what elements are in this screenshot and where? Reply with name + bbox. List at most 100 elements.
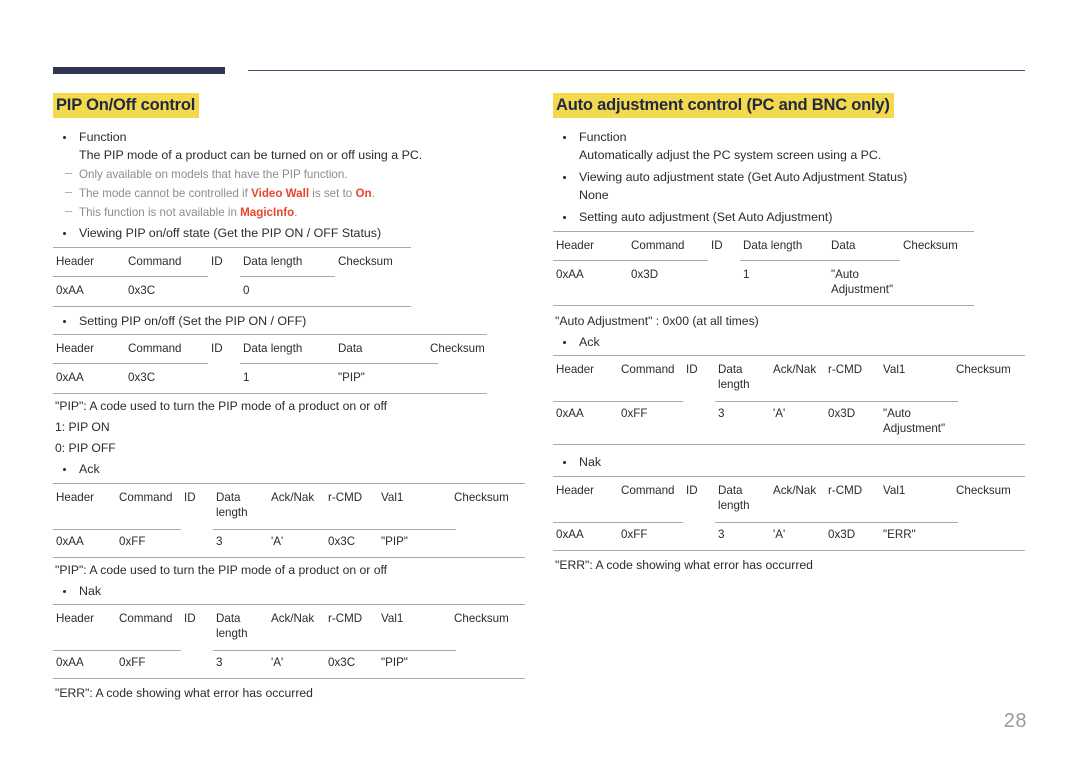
bullet-label: Setting PIP on/off (Set the PIP ON / OFF… — [79, 313, 307, 328]
bullet-ack-right: Ack — [553, 334, 1027, 352]
table-row: 0xAA 0x3C 1 "PIP" — [53, 363, 487, 393]
th-id: ID — [211, 342, 223, 356]
note-text: . — [371, 187, 375, 201]
th-checksum: Checksum — [430, 342, 485, 356]
table-view-pip-state: Header Command ID Data length Checksum 0… — [53, 246, 411, 307]
table-midrule-seg1 — [553, 259, 708, 261]
td-data-length: 3 — [718, 527, 725, 541]
th-command: Command — [621, 483, 675, 497]
bullet-function-left: Function The PIP mode of a product can b… — [53, 129, 527, 164]
td-header: 0xAA — [556, 407, 584, 421]
th-r-cmd: r-CMD — [328, 490, 363, 504]
td-data: "Auto Adjustment" — [831, 267, 894, 296]
th-ack-nak: Ack/Nak — [271, 612, 315, 626]
th-val1: Val1 — [883, 363, 906, 377]
table-midrule-seg1 — [53, 363, 208, 365]
table-midrule-seg2 — [240, 363, 438, 365]
pip-off-value: 0: PIP OFF — [55, 441, 116, 456]
note-video-wall: The mode cannot be controlled if Video W… — [53, 186, 527, 202]
view-auto-adjust-value: None — [579, 187, 609, 202]
td-val1: "PIP" — [381, 534, 408, 548]
table-row: 0xAA 0xFF 3 'A' 0x3D "Auto Adjustment" — [553, 399, 1025, 444]
th-header: Header — [556, 483, 595, 497]
td-command: 0x3C — [128, 371, 156, 385]
th-r-cmd: r-CMD — [828, 483, 863, 497]
table-header-row: Header Command ID Data length Ack/Nak r-… — [553, 356, 1025, 399]
table-ack-right: Header Command ID Data length Ack/Nak r-… — [553, 355, 1025, 446]
bullet-label: Nak — [79, 583, 102, 598]
table-midrule-seg2 — [213, 650, 456, 652]
th-header: Header — [556, 363, 595, 377]
table-set-pip: Header Command ID Data length Data Check… — [53, 334, 487, 395]
td-header: 0xAA — [556, 527, 584, 541]
term-magicinfo: MagicInfo — [240, 206, 295, 220]
err-code-note-right: "ERR": A code showing what error has occ… — [555, 557, 813, 572]
td-ack-nak: 'A' — [271, 534, 284, 548]
note-text: Only available on models that have the P… — [79, 168, 348, 182]
pip-code-note: "PIP": A code used to turn the PIP mode … — [55, 399, 388, 414]
td-command: 0xFF — [119, 656, 146, 670]
table-midrule-seg1 — [553, 401, 683, 403]
right-column: Auto adjustment control (PC and BNC only… — [553, 93, 1027, 578]
th-val1: Val1 — [381, 612, 404, 626]
th-checksum: Checksum — [956, 483, 1011, 497]
function-desc-right: Automatically adjust the PC system scree… — [579, 147, 882, 162]
th-header: Header — [56, 342, 95, 356]
th-id: ID — [686, 363, 698, 377]
table-header-row: Header Command ID Data length Data Check… — [553, 232, 974, 260]
th-checksum: Checksum — [338, 254, 393, 268]
table-midrule-seg2 — [740, 259, 900, 261]
td-data-length: 3 — [216, 534, 223, 548]
td-val1: "Auto Adjustment" — [883, 407, 946, 436]
th-header: Header — [56, 490, 95, 504]
function-desc-left: The PIP mode of a product can be turned … — [79, 147, 423, 162]
th-val1: Val1 — [381, 490, 404, 504]
th-data-length: Data length — [718, 363, 750, 392]
term-video-wall: Video Wall — [251, 187, 310, 201]
td-val1: "PIP" — [381, 656, 408, 670]
bullet-set-pip: Setting PIP on/off (Set the PIP ON / OFF… — [53, 313, 527, 331]
th-command: Command — [119, 490, 173, 504]
err-code-note-left: "ERR": A code showing what error has occ… — [55, 686, 313, 701]
th-command: Command — [119, 612, 173, 626]
term-on: On — [355, 187, 372, 201]
bullet-ack-left: Ack — [53, 461, 527, 479]
table-midrule-seg2 — [240, 275, 335, 277]
th-data-length: Data length — [743, 238, 803, 252]
table-midrule-seg1 — [553, 521, 683, 523]
table-midrule-seg2 — [715, 401, 958, 403]
td-command: 0x3C — [128, 283, 156, 297]
td-data-length: 3 — [216, 656, 223, 670]
table-midrule-seg2 — [213, 528, 456, 530]
table-header-row: Header Command ID Data length Data Check… — [53, 335, 487, 363]
bullet-label: Setting auto adjustment (Set Auto Adjust… — [579, 210, 833, 225]
td-val1: "ERR" — [883, 527, 916, 541]
td-header: 0xAA — [56, 283, 84, 297]
th-data: Data — [831, 238, 856, 252]
td-data-length: 0 — [243, 283, 250, 297]
td-ack-nak: 'A' — [271, 656, 284, 670]
th-val1: Val1 — [883, 483, 906, 497]
td-data-length: 3 — [718, 407, 725, 421]
th-command: Command — [621, 363, 675, 377]
table-row: 0xAA 0xFF 3 'A' 0x3D "ERR" — [553, 520, 1025, 550]
bullet-view-pip-state: Viewing PIP on/off state (Get the PIP ON… — [53, 225, 527, 243]
table-midrule-seg1 — [53, 528, 181, 530]
td-header: 0xAA — [56, 371, 84, 385]
th-checksum: Checksum — [454, 490, 509, 504]
bullet-nak-left: Nak — [53, 583, 527, 601]
header-rule-thin — [248, 70, 1025, 72]
function-label-left: Function — [79, 130, 127, 145]
th-id: ID — [184, 490, 196, 504]
th-command: Command — [128, 254, 182, 268]
table-header-row: Header Command ID Data length Ack/Nak r-… — [553, 477, 1025, 520]
table-row: 0xAA 0x3D 1 "Auto Adjustment" — [553, 260, 974, 305]
table-row: 0xAA 0xFF 3 'A' 0x3C "PIP" — [53, 648, 525, 678]
page-header-rule — [53, 66, 1025, 76]
table-row: 0xAA 0xFF 3 'A' 0x3C "PIP" — [53, 527, 525, 557]
td-header: 0xAA — [56, 534, 84, 548]
table-midrule-seg1 — [53, 275, 208, 277]
td-r-cmd: 0x3D — [828, 527, 856, 541]
table-row: 0xAA 0x3C 0 — [53, 276, 411, 306]
th-header: Header — [56, 612, 95, 626]
